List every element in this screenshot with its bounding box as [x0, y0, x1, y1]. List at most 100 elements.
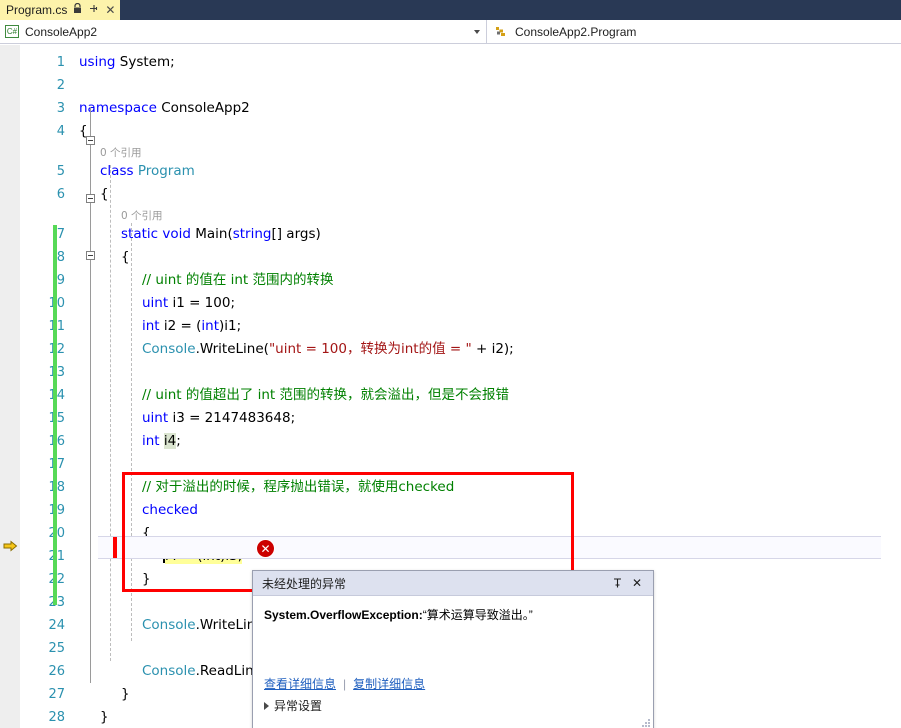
codelens-reference-count[interactable]: 0 个引用 — [100, 145, 142, 161]
chevron-down-icon[interactable] — [474, 29, 480, 34]
line-number: 22 — [20, 568, 65, 591]
line-number: 13 — [20, 361, 65, 384]
exception-type-label: System.OverflowException: — [264, 608, 423, 622]
line-number: 10 — [20, 292, 65, 315]
member-selector[interactable]: ConsoleApp2.Program — [487, 20, 901, 43]
collapse-toggle-method[interactable] — [86, 251, 95, 260]
code-token: } — [121, 686, 130, 702]
csharp-project-icon: C# — [5, 25, 19, 38]
exception-helper-popup[interactable]: 未经处理的异常 ✕ System.OverflowException:“算术运算… — [252, 570, 654, 728]
code-token: uint — [142, 410, 173, 426]
lock-icon[interactable] — [73, 2, 82, 17]
code-line-text: class Program — [100, 160, 195, 183]
document-tab-label: Program.cs — [6, 2, 68, 17]
current-statement-arrow — [3, 539, 18, 553]
code-token: Console — [142, 341, 196, 357]
code-token: [] args) — [271, 226, 321, 242]
line-number: 25 — [48, 641, 65, 656]
line-number: 8 — [56, 250, 65, 265]
exception-indicator-bar — [113, 537, 117, 558]
code-token: i1 = 100; — [172, 295, 236, 311]
code-token: Console — [142, 663, 196, 679]
codelens-reference-count[interactable]: 0 个引用 — [121, 208, 163, 224]
code-line-text: { — [100, 183, 109, 206]
line-number: 16 — [20, 430, 65, 453]
code-line-text: } — [121, 683, 130, 706]
link-separator: | — [343, 676, 347, 691]
project-name-label: ConsoleApp2 — [25, 24, 98, 39]
code-token: using — [79, 54, 120, 70]
line-number: 1 — [56, 55, 65, 70]
code-token: { — [121, 249, 130, 265]
code-line[interactable]: 4{ — [20, 120, 901, 143]
close-icon[interactable]: ✕ — [627, 573, 647, 593]
collapse-toggle-class[interactable] — [86, 194, 95, 203]
code-line[interactable]: 16 int i4; — [20, 430, 901, 453]
code-line[interactable]: 1 using System; — [20, 51, 901, 74]
code-line[interactable]: 3 namespace ConsoleApp2 — [20, 97, 901, 120]
code-token: // uint 的值在 int 范围内的转换 — [142, 272, 334, 288]
code-line-text: static void Main(string[] args) — [121, 223, 321, 246]
code-token: i2 = ( — [163, 318, 202, 334]
collapse-toggle-namespace[interactable] — [86, 136, 95, 145]
code-token: Program — [137, 163, 195, 179]
code-token: int — [142, 318, 164, 334]
exception-settings-expander[interactable]: 异常设置 — [264, 697, 322, 714]
line-number: 28 — [48, 710, 65, 725]
code-line[interactable]: 8{ — [20, 246, 901, 269]
code-line-text: namespace ConsoleApp2 — [79, 97, 250, 120]
code-line[interactable]: 11int i2 = (int)i1; — [20, 315, 901, 338]
code-token: Main( — [195, 226, 233, 242]
code-editor[interactable]: 1 using System; 2 3 namespace ConsoleApp2 4{0… — [0, 45, 901, 728]
navigation-bar: C# ConsoleApp2 ConsoleApp2.Program — [0, 20, 901, 44]
document-tab-program-cs[interactable]: Program.cs ✕ — [0, 0, 121, 20]
exception-popup-header: 未经处理的异常 ✕ — [253, 571, 653, 596]
code-line[interactable]: 10 uint i1 = 100; — [20, 292, 901, 315]
copy-details-link[interactable]: 复制详细信息 — [353, 675, 425, 692]
resize-grip[interactable] — [640, 717, 650, 727]
line-number: 21 — [20, 545, 65, 568]
code-line-text: uint i3 = 2147483648; — [142, 407, 295, 430]
code-line[interactable]: 2 — [20, 74, 901, 97]
editor-indicator-margin — [0, 45, 20, 728]
line-number: 17 — [20, 453, 65, 476]
code-line[interactable]: 6{ — [20, 183, 901, 206]
close-icon[interactable]: ✕ — [105, 4, 115, 16]
class-symbol-icon — [494, 25, 509, 39]
project-selector[interactable]: C# ConsoleApp2 — [0, 20, 487, 43]
pin-icon[interactable] — [607, 573, 627, 593]
code-token: ; — [176, 433, 181, 449]
line-number: 4 — [56, 124, 65, 139]
code-line-text: { — [121, 246, 130, 269]
code-token: + i2); — [471, 341, 514, 357]
code-line[interactable]: 7 static void Main(string[] args) — [20, 223, 901, 246]
code-line[interactable]: 9 // uint 的值在 int 范围内的转换 — [20, 269, 901, 292]
line-number: 11 — [20, 315, 65, 338]
code-line-text: } — [100, 706, 109, 728]
pin-icon[interactable] — [88, 3, 99, 17]
line-number: 27 — [48, 687, 65, 702]
line-number: 5 — [56, 164, 65, 179]
line-number: 15 — [20, 407, 65, 430]
code-line[interactable]: 12 Console.WriteLine("uint = 100，转换为int的值… — [20, 338, 901, 361]
code-token: int — [201, 318, 220, 334]
line-number: 24 — [48, 618, 65, 633]
exception-message-text: “算术运算导致溢出。” — [422, 608, 533, 622]
member-name-label: ConsoleApp2.Program — [515, 24, 637, 39]
code-line[interactable]: 5 class Program — [20, 160, 901, 183]
line-number: 19 — [20, 499, 65, 522]
code-token: i4 — [163, 433, 177, 449]
code-line[interactable]: 15 uint i3 = 2147483648; — [20, 407, 901, 430]
line-number: 23 — [20, 591, 65, 614]
exception-popup-body: System.OverflowException:“算术运算导致溢出。” 查看详… — [253, 596, 653, 728]
code-token: )i1; — [219, 318, 242, 334]
exception-settings-label: 异常设置 — [274, 699, 323, 713]
code-line[interactable]: 13 — [20, 361, 901, 384]
line-number: 12 — [20, 338, 65, 361]
code-line[interactable]: 14 // uint 的值超出了 int 范围的转换，就会溢出，但是不会报错 — [20, 384, 901, 407]
code-token: } — [100, 709, 109, 725]
structure-guide-class — [110, 165, 111, 661]
view-details-link[interactable]: 查看详细信息 — [264, 675, 336, 692]
code-token: string — [232, 226, 272, 242]
code-token: namespace — [79, 100, 162, 116]
